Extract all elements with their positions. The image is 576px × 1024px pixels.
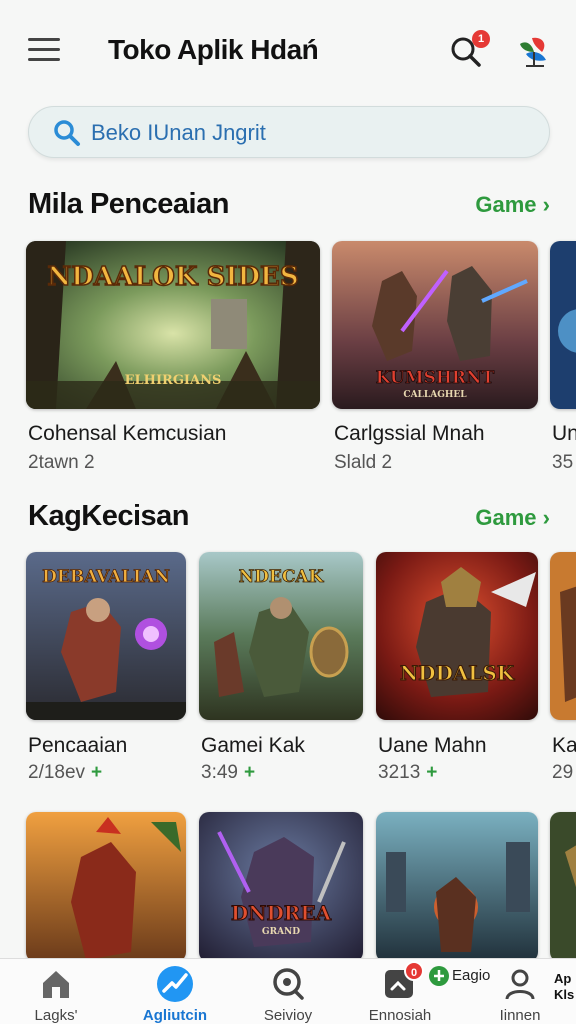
section-title-1: Mila Penceaian [28,188,229,220]
download-icon [429,966,449,986]
menu-icon-bar [28,58,60,61]
person-icon [505,969,535,1000]
card-meta: 3:49 + [201,762,255,784]
art-title: NDAALOK SIDES [47,262,298,292]
card-meta: Slald 2 [334,452,393,473]
nav-label: Agliutcin [142,1007,208,1024]
game-art-warriors: KUMSHRNT CALLAGHEL [332,241,538,409]
art-title: NDDALSK [400,661,515,685]
card-meta: 2tawn 2 [28,452,95,473]
game-card-8[interactable] [26,812,186,962]
nav-item-search[interactable]: Seivioy [250,959,326,1024]
game-art-blue [550,241,576,409]
game-art-forest: NDAALOK SIDES ELHIRGIANS [26,241,320,409]
app-header: Toko Aplik Hdań 1 [0,0,576,100]
update-pill-label: Eagio [452,967,491,984]
nav-label: Iinnen [499,1007,541,1024]
art-title: NDECAK [239,567,325,587]
game-art-knight: NDDALSK [376,552,538,720]
section-title-2: KagKecisan [28,500,190,532]
game-card-1[interactable]: NDAALOK SIDES ELHIRGIANS [26,241,320,409]
section-link-label: Game [475,505,537,530]
bottom-navigation: Lagks' Agliutcin Seivioy 0 Ennosiah Eagi… [0,958,576,1024]
search-icon [54,120,80,146]
game-card-11-partial[interactable] [550,812,576,962]
nav-label: Ennosiah [368,1007,432,1024]
game-card-9[interactable]: DNDREA GRAND [199,812,363,962]
game-art-sunset-warrior [26,812,186,962]
game-art-battle: NDECAK [199,552,363,720]
card-name: Uane Mahn [378,734,487,757]
game-card-3-partial[interactable] [550,241,576,409]
art-title: KUMSHRNT [376,368,495,388]
game-art-orange [550,552,576,720]
card-meta-value: 3213 [378,762,421,783]
nav-item-profile[interactable]: Iinnen [486,959,554,1024]
search-icon [273,968,304,1000]
game-card-6[interactable]: NDDALSK [376,552,538,720]
section-link-label: Game [475,192,537,217]
art-title: DEBAVALIAN [42,567,170,587]
game-card-7-partial[interactable] [550,552,576,720]
art-title: DNDREA [231,901,332,925]
game-card-4[interactable]: DEBAVALIAN [26,552,186,720]
game-art-ruins [376,812,538,962]
card-meta: 3213 + [378,762,437,784]
game-art-partial [550,812,576,962]
search-bar[interactable] [28,106,550,158]
profile-avatar-button[interactable] [512,30,556,74]
card-meta: 35 [552,452,574,473]
menu-icon-bar [28,38,60,41]
menu-icon-bar [28,48,60,51]
nav-label: Lagks' [34,1007,78,1024]
art-subtitle: ELHIRGIANS [125,373,222,388]
game-art-dark-knight: DNDREA GRAND [199,812,363,962]
nav-item-home[interactable]: Lagks' [22,959,90,1024]
add-icon[interactable]: + [244,762,255,783]
game-art-mage: DEBAVALIAN [26,552,186,720]
card-meta-value: 2/18ev [28,762,86,783]
header-search-button[interactable]: 1 [448,30,490,74]
corner-label: Ap Kls [554,971,575,1002]
game-card-2[interactable]: KUMSHRNT CALLAGHEL [332,241,538,409]
nav-label: Seivioy [263,1007,313,1024]
chevron-right-icon: › [542,192,550,217]
card-meta-value: 3:49 [201,762,238,783]
card-meta: 29 [552,762,574,783]
add-icon[interactable]: + [426,762,437,783]
game-card-10[interactable] [376,812,538,962]
add-icon[interactable]: + [91,762,102,783]
home-icon [43,971,69,998]
chevron-right-icon: › [542,505,550,530]
profile-logo-icon [520,37,546,67]
game-card-5[interactable]: NDECAK [199,552,363,720]
art-subtitle: CALLAGHEL [403,390,467,400]
menu-button[interactable] [28,38,64,66]
section-2-more-link[interactable]: Game › [475,505,550,531]
app-title: Toko Aplik Hdań [108,34,319,65]
card-name: Cohensal Kemcusian [28,422,227,445]
section-1-more-link[interactable]: Game › [475,192,550,218]
card-meta: 2/18ev + [28,762,102,784]
notification-badge: 1 [472,30,490,48]
apps-icon [157,966,193,1002]
art-subtitle: GRAND [262,927,300,937]
card-name: Gamei Kak [201,734,305,757]
updates-badge: 0 [404,961,424,981]
card-name: Pencaaian [28,734,128,757]
card-name: Un [552,422,576,445]
nav-item-apps[interactable]: Agliutcin [134,959,216,1024]
card-name: Carlgssial Mnah [334,422,485,445]
card-name: Ka [552,734,576,757]
search-input[interactable] [91,115,531,151]
